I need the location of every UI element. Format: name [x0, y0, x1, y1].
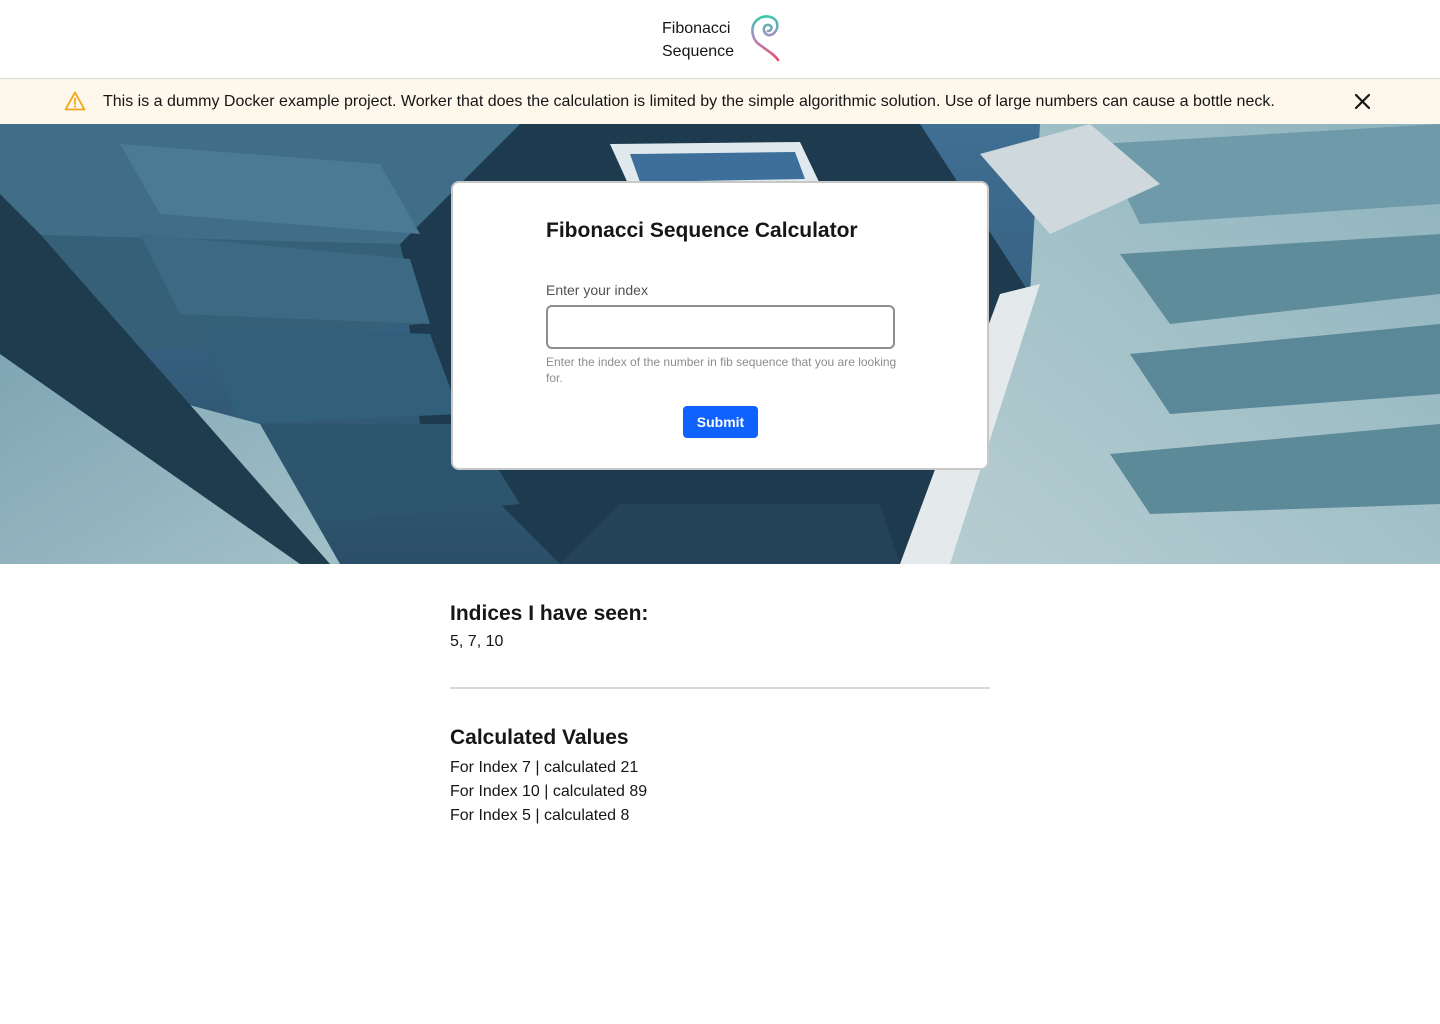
app-header: Fibonacci Sequence	[0, 0, 1440, 79]
notification-banner: This is a dummy Docker example project. …	[0, 79, 1440, 124]
warning-icon	[64, 91, 86, 111]
indices-values: 5, 7, 10	[450, 633, 504, 650]
calculator-card: Fibonacci Sequence Calculator Enter your…	[451, 181, 989, 470]
brand[interactable]: Fibonacci Sequence	[662, 15, 784, 65]
section-divider	[450, 687, 990, 689]
calculated-value-item: For Index 5 | calculated 8	[450, 807, 630, 824]
close-icon[interactable]	[1352, 91, 1373, 112]
banner-message: This is a dummy Docker example project. …	[103, 93, 1275, 110]
brand-line-2: Sequence	[662, 43, 735, 60]
calculated-values-list: For Index 7 | calculated 21 For Index 10…	[450, 756, 647, 828]
index-input-label: Enter your index	[546, 282, 648, 298]
form-title: Fibonacci Sequence Calculator	[546, 219, 858, 242]
spiral-logo-icon	[751, 15, 780, 62]
calculated-values-heading: Calculated Values	[450, 726, 629, 749]
calculated-value-item: For Index 10 | calculated 89	[450, 783, 648, 800]
calculated-value-item: For Index 7 | calculated 21	[450, 759, 639, 776]
indices-heading: Indices I have seen:	[450, 602, 649, 625]
index-input-helper-text: Enter the index of the number in fib seq…	[546, 355, 897, 385]
index-input[interactable]	[546, 305, 895, 349]
submit-button[interactable]: Submit	[683, 406, 758, 438]
brand-name: Fibonacci Sequence	[662, 17, 744, 63]
brand-line-1: Fibonacci	[662, 20, 731, 37]
